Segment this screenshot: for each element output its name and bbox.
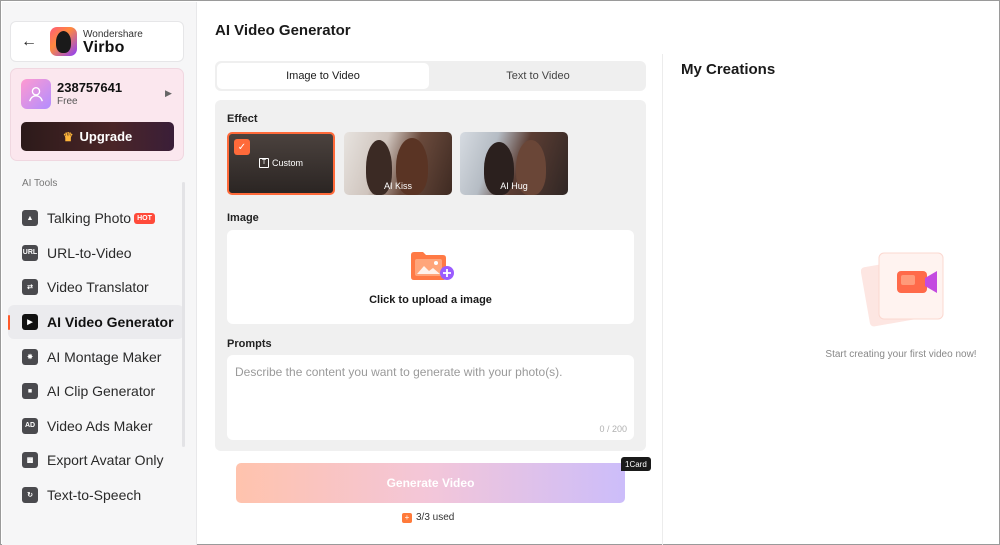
user-icon <box>29 87 43 102</box>
prompt-input[interactable] <box>235 365 625 415</box>
avatar <box>21 79 51 109</box>
video-generator-icon: ▶ <box>22 314 38 331</box>
sidebar-item-text-to-speech[interactable]: ↻ Text-to-Speech <box>8 478 184 513</box>
upgrade-label: Upgrade <box>79 129 133 144</box>
empty-video-illustration-icon <box>861 252 944 327</box>
mode-tabs: Image to Video Text to Video <box>215 61 646 91</box>
effect-label: Effect <box>227 113 258 125</box>
sidebar-item-url-to-video[interactable]: URL URL-to-Video <box>8 236 184 271</box>
tab-text-to-video[interactable]: Text to Video <box>432 63 644 89</box>
sidebar-scrollbar[interactable] <box>182 182 185 447</box>
effect-custom-caption: T Custom <box>229 158 333 168</box>
sidebar-item-label: AI Video Generator <box>47 314 174 331</box>
effect-label-ai-hug: AI Hug <box>500 181 528 191</box>
ad-icon: AD <box>22 417 38 434</box>
upgrade-button[interactable]: ♛ Upgrade <box>21 122 174 151</box>
card-cost-badge: 1Card <box>621 457 651 471</box>
crown-icon: ♛ <box>62 129 74 144</box>
sidebar-item-label: Export Avatar Only <box>47 452 164 469</box>
prompts-label: Prompts <box>227 338 272 350</box>
checkmark-icon: ✓ <box>234 139 250 155</box>
account-plan: Free <box>57 96 78 107</box>
sidebar-item-ai-clip-generator[interactable]: ■ AI Clip Generator <box>8 374 184 409</box>
brand-product: Virbo <box>83 39 125 56</box>
sidebar-item-ai-montage-maker[interactable]: ✸ AI Montage Maker <box>8 339 184 374</box>
generate-video-button[interactable]: Generate Video <box>236 463 625 503</box>
effect-ai-kiss[interactable]: AI Kiss <box>344 132 452 195</box>
virbo-logo <box>50 27 77 56</box>
image-label: Image <box>227 212 259 224</box>
sidebar-item-video-translator[interactable]: ⇄ Video Translator <box>8 270 184 305</box>
avatar-export-icon: ▩ <box>22 452 38 469</box>
url-icon: URL <box>22 244 38 261</box>
account-id: 238757641 <box>57 80 123 95</box>
sidebar-item-label: URL-to-Video <box>47 244 132 261</box>
sidebar-item-ai-video-generator[interactable]: ▶ AI Video Generator <box>8 304 184 340</box>
credit-icon: + <box>402 512 412 523</box>
sidebar-item-label: Talking Photo <box>47 210 132 227</box>
back-arrow-icon[interactable]: ← <box>15 28 43 56</box>
sidebar-item-talking-photo[interactable]: ▲ Talking Photo HOT <box>8 201 184 236</box>
effect-ai-hug[interactable]: AI Hug <box>460 132 568 195</box>
sidebar-item-export-avatar-only[interactable]: ▩ Export Avatar Only <box>8 443 184 478</box>
sidebar-item-label: Video Translator <box>47 279 149 296</box>
app-window: ← Wondershare Virbo 238757641 Free ▶ ♛ U… <box>0 0 1000 545</box>
sidebar-item-label: AI Clip Generator <box>47 383 156 400</box>
image-upload-area[interactable]: Click to upload a image <box>227 230 634 324</box>
usage-indicator: + 3/3 used <box>402 512 454 523</box>
sidebar-nav: ▲ Talking Photo HOT URL URL-to-Video ⇄ V… <box>8 201 184 512</box>
generator-panel: Effect ✓ T Custom AI Kiss AI Hug Image C… <box>215 100 646 451</box>
ai-tools-label: AI Tools <box>22 178 58 189</box>
image-icon: ▲ <box>22 210 38 227</box>
montage-icon: ✸ <box>22 348 38 365</box>
translate-icon: ⇄ <box>22 279 38 296</box>
upload-image-icon <box>411 252 454 280</box>
chevron-right-icon[interactable]: ▶ <box>165 88 172 99</box>
empty-state-text: Start creating your first video now! <box>825 349 977 360</box>
sidebar-item-label: AI Montage Maker <box>47 348 162 365</box>
hot-badge: HOT <box>134 212 155 224</box>
clip-icon: ■ <box>22 383 38 400</box>
upload-text: Click to upload a image <box>369 294 492 306</box>
page-title: AI Video Generator <box>215 22 351 39</box>
sidebar-item-video-ads-maker[interactable]: AD Video Ads Maker <box>8 409 184 444</box>
effect-custom[interactable]: ✓ T Custom <box>227 132 335 195</box>
effect-label-ai-kiss: AI Kiss <box>383 181 412 191</box>
sidebar-item-label: Text-to-Speech <box>47 487 142 504</box>
prompt-counter: 0 / 200 <box>599 424 627 434</box>
brand-header: ← Wondershare Virbo <box>10 21 184 62</box>
sidebar-item-label: Video Ads Maker <box>47 417 153 434</box>
sidebar: ← Wondershare Virbo 238757641 Free ▶ ♛ U… <box>2 2 197 545</box>
tab-image-to-video[interactable]: Image to Video <box>217 63 429 89</box>
effect-label-custom: Custom <box>271 158 303 168</box>
panel-divider <box>662 54 663 545</box>
account-card[interactable]: 238757641 Free ▶ ♛ Upgrade <box>10 68 184 161</box>
my-creations-title: My Creations <box>681 61 776 78</box>
prompt-box: 0 / 200 <box>227 355 634 440</box>
speech-icon: ↻ <box>22 487 38 504</box>
text-icon: T <box>258 158 269 168</box>
usage-text: 3/3 used <box>416 512 455 523</box>
